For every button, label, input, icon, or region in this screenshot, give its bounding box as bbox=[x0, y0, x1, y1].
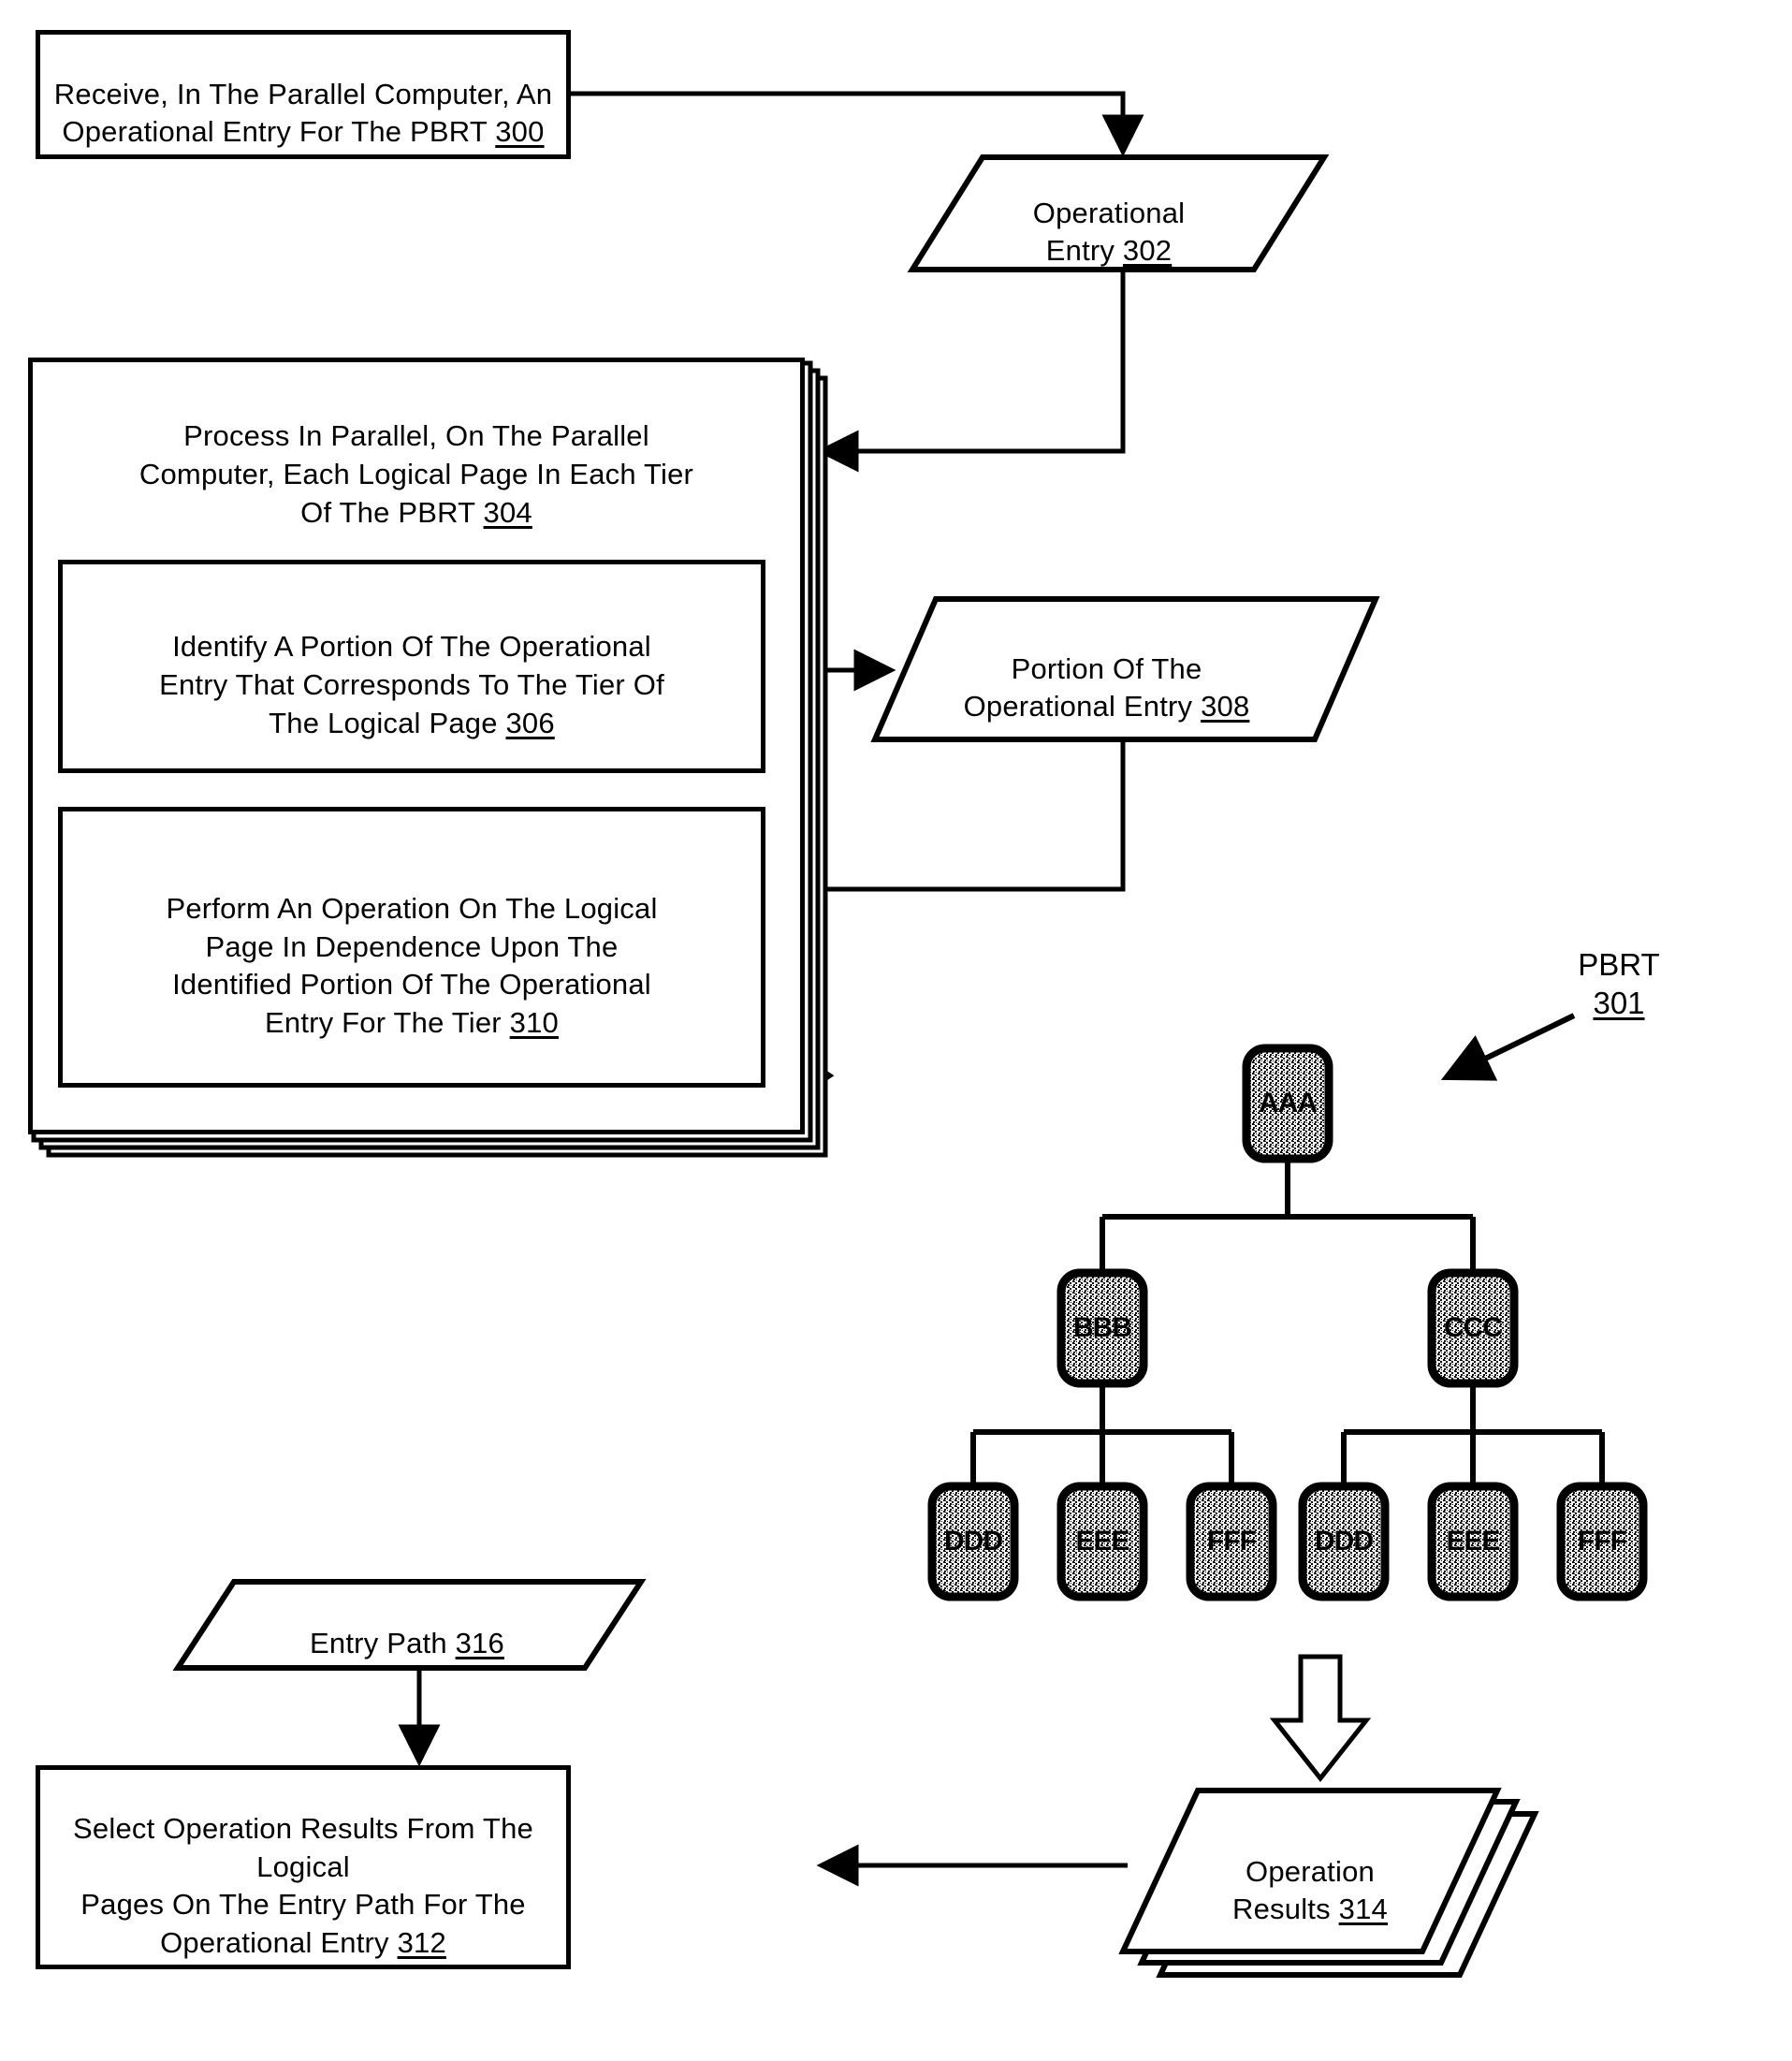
connector-300-to-302 bbox=[571, 91, 1144, 157]
step-306-ref: 306 bbox=[505, 706, 555, 739]
step-310-text: Perform An Operation On The Logical Page… bbox=[166, 891, 658, 1040]
step-304-ref: 304 bbox=[483, 495, 532, 529]
step-310-ref: 310 bbox=[509, 1006, 559, 1040]
connector-302-to-304 bbox=[816, 270, 1126, 473]
tree-node-tier3-EEE-1[interactable]: EEE bbox=[1061, 1526, 1144, 1557]
tree-node-root-AAA[interactable]: AAA bbox=[1246, 1088, 1329, 1119]
data-316-text: Entry Path 316 bbox=[310, 1627, 504, 1659]
data-operation-results-314[interactable]: Operation Results 314 bbox=[1137, 1797, 1483, 1947]
data-314-ref: 314 bbox=[1338, 1893, 1388, 1926]
data-portion-of-entry-308[interactable]: Portion Of The Operational Entry 308 bbox=[884, 599, 1329, 739]
data-302-text: Operational Entry 302 bbox=[1032, 196, 1186, 268]
step-306-text: Identify A Portion Of The Operational En… bbox=[159, 630, 664, 739]
pbrt-name: PBRT bbox=[1578, 947, 1660, 982]
data-314-text: Operation Results 314 bbox=[1232, 1854, 1388, 1926]
block-arrow-tree-to-results bbox=[1269, 1654, 1372, 1783]
step-312-ref: 312 bbox=[397, 1926, 446, 1960]
data-316-ref: 316 bbox=[455, 1627, 504, 1659]
data-entry-path-316[interactable]: Entry Path 316 bbox=[182, 1582, 632, 1668]
step-300-text: Receive, In The Parallel Computer, An Op… bbox=[53, 77, 553, 149]
tree-node-tier3-EEE-2[interactable]: EEE bbox=[1432, 1526, 1514, 1557]
tree-node-tier3-FFF-1[interactable]: FFF bbox=[1190, 1526, 1273, 1557]
tree-node-tier3-DDD-1[interactable]: DDD bbox=[932, 1526, 1014, 1557]
pbrt-callout-arrow bbox=[1440, 1013, 1576, 1081]
pbrt-ref: 301 bbox=[1593, 986, 1645, 1021]
tree-node-tier2-CCC[interactable]: CCC bbox=[1432, 1312, 1514, 1344]
connector-308-to-310 bbox=[783, 739, 1126, 911]
data-operational-entry-302[interactable]: Operational Entry 302 bbox=[922, 157, 1296, 270]
tree-node-tier3-FFF-2[interactable]: FFF bbox=[1561, 1526, 1643, 1557]
data-308-text: Portion Of The Operational Entry 308 bbox=[963, 651, 1250, 724]
step-312-text: Select Operation Results From The Logica… bbox=[73, 1811, 533, 1960]
step-box-306[interactable]: Identify A Portion Of The Operational En… bbox=[58, 560, 765, 773]
patent-figure: Receive, In The Parallel Computer, An Op… bbox=[0, 0, 1792, 2061]
step-300-ref: 300 bbox=[495, 115, 545, 149]
step-box-310[interactable]: Perform An Operation On The Logical Page… bbox=[58, 807, 765, 1088]
pbrt-callout-label: PBRT 301 bbox=[1535, 945, 1703, 1023]
step-box-312[interactable]: Select Operation Results From The Logica… bbox=[36, 1765, 571, 1969]
data-302-ref: 302 bbox=[1122, 234, 1173, 268]
tree-node-tier3-DDD-2[interactable]: DDD bbox=[1303, 1526, 1385, 1557]
step-304-text: Process In Parallel, On The Parallel Com… bbox=[138, 418, 694, 529]
step-box-300[interactable]: Receive, In The Parallel Computer, An Op… bbox=[36, 30, 571, 159]
data-308-ref: 308 bbox=[1201, 690, 1250, 724]
tree-node-tier2-BBB[interactable]: BBB bbox=[1061, 1312, 1144, 1344]
tree-nodes bbox=[927, 1044, 1648, 1601]
